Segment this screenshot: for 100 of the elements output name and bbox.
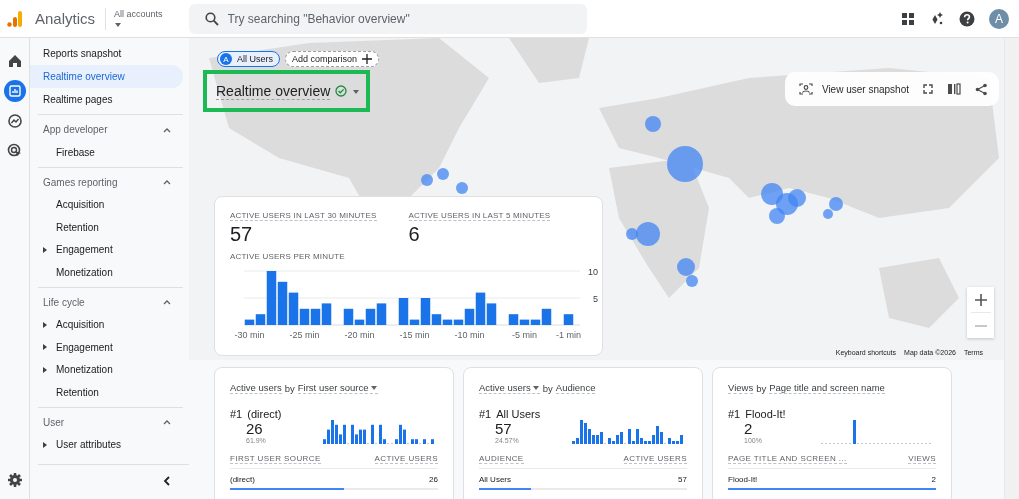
top-item-name: (direct) bbox=[247, 408, 282, 420]
dimension-selector[interactable]: First user source bbox=[297, 382, 378, 394]
help-icon[interactable] bbox=[959, 10, 975, 27]
expand-triangle-icon[interactable] bbox=[42, 246, 47, 253]
chart-bar[interactable] bbox=[354, 319, 365, 325]
chart-bar[interactable] bbox=[365, 308, 376, 325]
chart-bar[interactable] bbox=[310, 308, 321, 325]
chart-bar[interactable] bbox=[266, 271, 277, 325]
dimension-selector[interactable]: Audience bbox=[555, 382, 596, 394]
axis-label: 5 bbox=[593, 294, 598, 304]
nav-item[interactable]: Engagement bbox=[56, 241, 113, 259]
add-comparison-button[interactable]: Add comparison bbox=[285, 51, 380, 67]
rank-label: #1 bbox=[479, 408, 492, 420]
chart-bar[interactable] bbox=[475, 292, 486, 325]
chart-bar[interactable] bbox=[244, 319, 255, 325]
chart-bar[interactable] bbox=[288, 292, 299, 325]
nav-item[interactable]: Reports snapshot bbox=[30, 42, 183, 65]
column-header[interactable]: PAGE TITLE AND SCREEN ... bbox=[728, 454, 847, 464]
axis-label: -20 min bbox=[344, 330, 375, 340]
chart-bar[interactable] bbox=[343, 308, 354, 325]
top-item-name: Flood-It! bbox=[745, 408, 786, 420]
column-header[interactable]: FIRST USER SOURCE bbox=[230, 454, 321, 464]
search-field[interactable]: Try searching "Behavior overview" bbox=[188, 3, 587, 34]
check-circle-icon bbox=[335, 85, 348, 97]
rank-label: #1 bbox=[230, 408, 243, 420]
chart-bar[interactable] bbox=[541, 308, 552, 325]
metric-selector[interactable]: Views bbox=[728, 382, 754, 394]
chart-bar[interactable] bbox=[486, 303, 497, 325]
chart-bar[interactable] bbox=[519, 319, 530, 325]
top-item-value: 2 bbox=[744, 420, 754, 437]
analytics-logo-icon bbox=[7, 9, 23, 28]
section-header[interactable]: Life cycle bbox=[30, 290, 183, 314]
chart-bar[interactable] bbox=[321, 303, 332, 325]
top-item-value: 57 bbox=[495, 420, 513, 437]
caret-icon bbox=[531, 384, 540, 391]
chart-bar[interactable] bbox=[376, 303, 387, 325]
expand-triangle-icon[interactable] bbox=[42, 321, 47, 328]
chart-bar[interactable] bbox=[277, 281, 288, 325]
section-header[interactable]: User bbox=[30, 410, 183, 434]
metric-value: 6 bbox=[408, 223, 420, 246]
product-name: Analytics bbox=[35, 10, 96, 27]
section-header[interactable]: App developer bbox=[30, 118, 183, 141]
axis-label: -1 min bbox=[556, 330, 581, 340]
metric-label[interactable]: ACTIVE USERS IN LAST 30 MINUTES bbox=[230, 211, 377, 221]
chart-bar[interactable] bbox=[431, 314, 442, 325]
table-cell: 26 bbox=[429, 475, 438, 484]
expand-triangle-icon[interactable] bbox=[42, 441, 47, 448]
expand-triangle-icon[interactable] bbox=[42, 366, 47, 373]
nav-item[interactable]: Retention bbox=[56, 383, 99, 401]
column-header[interactable]: ACTIVE USERS bbox=[623, 454, 687, 464]
split-view-icon[interactable] bbox=[947, 83, 961, 95]
section-header[interactable]: Games reporting bbox=[30, 170, 183, 194]
chart-bar[interactable] bbox=[442, 319, 453, 325]
nav-item[interactable]: Acquisition bbox=[56, 196, 105, 214]
axis-label: -30 min bbox=[234, 330, 265, 340]
column-header[interactable]: AUDIENCE bbox=[479, 454, 524, 464]
chart-bar[interactable] bbox=[464, 308, 475, 325]
segment-chip[interactable]: A All Users bbox=[217, 51, 280, 67]
view-user-snapshot-button[interactable]: View user snapshot bbox=[798, 83, 909, 95]
column-header[interactable]: VIEWS bbox=[908, 454, 936, 464]
metric-label[interactable]: ACTIVE USERS IN LAST 5 MINUTES bbox=[408, 211, 551, 221]
nav-item[interactable]: Realtime overview bbox=[30, 65, 183, 88]
chart-bar[interactable] bbox=[453, 319, 464, 325]
metric-selector[interactable]: Active users bbox=[479, 382, 540, 394]
column-header[interactable]: ACTIVE USERS bbox=[374, 454, 438, 464]
trend-circle-icon bbox=[6, 113, 23, 129]
nav-item[interactable]: Monetization bbox=[56, 361, 113, 379]
scrollbar[interactable] bbox=[1004, 38, 1019, 499]
plus-icon bbox=[362, 54, 373, 64]
table-cell: 57 bbox=[678, 475, 687, 484]
apps-grid-icon[interactable] bbox=[901, 11, 915, 26]
share-icon[interactable] bbox=[975, 82, 987, 96]
expand-triangle-icon[interactable] bbox=[42, 344, 47, 351]
nav-item[interactable]: Engagement bbox=[56, 338, 113, 356]
title-text: by bbox=[756, 382, 767, 394]
top-item-name: All Users bbox=[496, 408, 541, 420]
dimension-selector[interactable]: Page title and screen name bbox=[769, 382, 885, 394]
chart-bar[interactable] bbox=[255, 314, 266, 325]
account-picker[interactable]: All accounts bbox=[114, 9, 163, 28]
chart-bar[interactable] bbox=[563, 314, 574, 325]
bar-chart-button[interactable] bbox=[3, 80, 26, 102]
caret-icon[interactable] bbox=[352, 87, 361, 95]
settings-icon bbox=[6, 472, 23, 488]
chart-bar[interactable] bbox=[398, 298, 409, 325]
chart-bar[interactable] bbox=[409, 319, 420, 325]
metric-value: 57 bbox=[230, 223, 253, 246]
sparkle-icon[interactable] bbox=[929, 10, 945, 27]
nav-item[interactable]: Acquisition bbox=[56, 316, 105, 334]
chart-bar[interactable] bbox=[420, 298, 431, 325]
nav-item[interactable]: Firebase bbox=[56, 143, 95, 161]
chart-bar[interactable] bbox=[299, 308, 310, 325]
chart-bar[interactable] bbox=[508, 314, 519, 325]
metric-selector[interactable]: Active users bbox=[230, 382, 282, 394]
nav-item[interactable]: Retention bbox=[56, 218, 99, 236]
nav-item[interactable]: Monetization bbox=[56, 263, 113, 281]
nav-item[interactable]: User attributes bbox=[56, 436, 122, 454]
chart-bar[interactable] bbox=[530, 319, 541, 325]
fullscreen-icon[interactable] bbox=[923, 84, 933, 94]
chevron-left-icon bbox=[163, 476, 171, 486]
nav-item[interactable]: Realtime pages bbox=[30, 88, 183, 111]
